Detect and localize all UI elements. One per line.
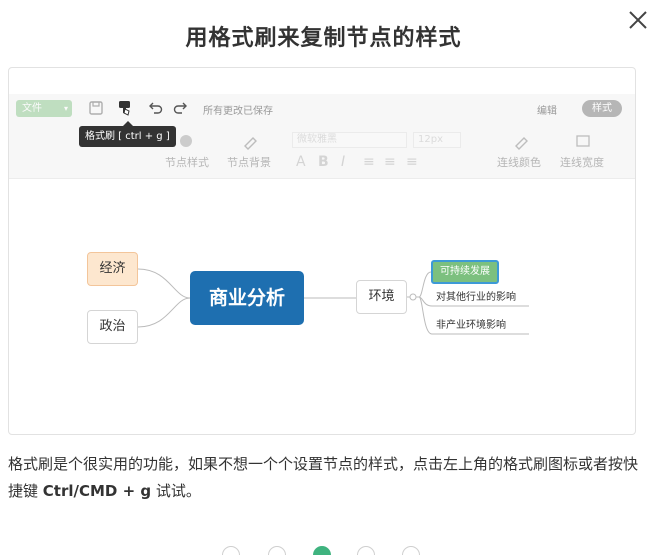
mindmap-root-node: 商业分析 — [190, 271, 304, 325]
dialog-description: 格式刷是个很实用的功能，如果不想一个个设置节点的样式，点击左上角的格式刷图标或者… — [8, 451, 638, 505]
mindmap-node-industry-impact: 对其他行业的影响 — [436, 292, 516, 303]
tutorial-preview-image: 文件 ▾ 所有更改已保存 编辑 样式 格式刷 [ ctrl + g ] 节点样式 — [8, 67, 636, 435]
format-painter-tooltip: 格式刷 [ ctrl + g ] — [79, 121, 176, 147]
mindmap-node-politics: 政治 — [87, 310, 138, 344]
description-tail: 试试。 — [151, 482, 201, 500]
page-dot-2[interactable] — [268, 546, 286, 555]
page-dot-5[interactable] — [402, 546, 420, 555]
mindmap-node-economy: 经济 — [87, 252, 138, 286]
shortcut-key: Ctrl/CMD + g — [42, 482, 152, 500]
page-dot-3[interactable] — [313, 546, 331, 555]
mindmap-node-environment: 环境 — [356, 280, 407, 314]
page-dot-4[interactable] — [357, 546, 375, 555]
mindmap-connectors — [137, 268, 529, 335]
mindmap-node-sustainable: 可持续发展 — [431, 260, 499, 284]
dialog-title: 用格式刷来复制节点的样式 — [185, 26, 462, 51]
page-dot-1[interactable] — [222, 546, 240, 555]
mindmap-node-non-industry-impact: 非产业环境影响 — [436, 320, 506, 331]
close-icon[interactable] — [626, 8, 647, 32]
